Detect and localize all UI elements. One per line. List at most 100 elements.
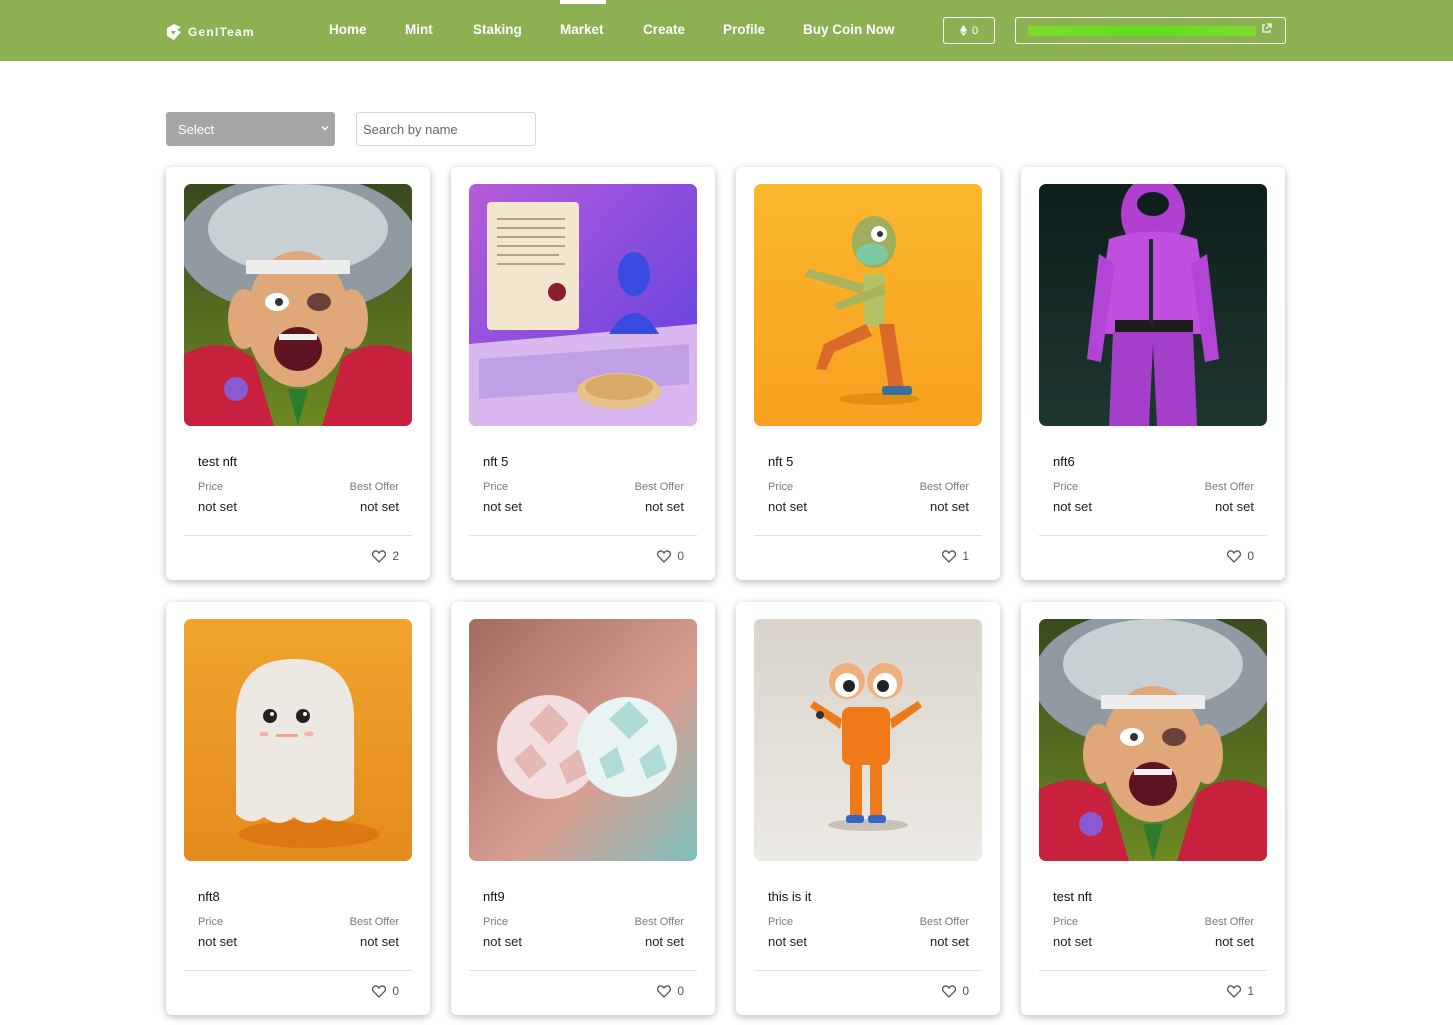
best-offer-label: Best Offer	[919, 481, 969, 493]
wallet-address-redacted	[1028, 26, 1256, 36]
like-button[interactable]: 0	[657, 984, 684, 998]
category-select[interactable]: Select	[166, 112, 335, 146]
nav-create[interactable]: Create	[643, 22, 685, 37]
nav-home[interactable]: Home	[329, 22, 367, 37]
heart-icon	[942, 549, 957, 563]
like-count: 2	[392, 549, 399, 563]
nft-title: test nft	[1053, 889, 1093, 904]
price-label: Price	[1053, 916, 1079, 928]
heart-icon	[1227, 549, 1242, 563]
best-offer-label: Best Offer	[634, 916, 684, 928]
active-nav-indicator	[560, 0, 606, 4]
nav-staking[interactable]: Staking	[473, 22, 522, 37]
like-button[interactable]: 2	[372, 549, 399, 563]
nft-image[interactable]	[754, 619, 982, 861]
like-count: 0	[677, 984, 684, 998]
wallet-address-button[interactable]	[1015, 17, 1286, 44]
best-offer-value: not set	[1214, 499, 1254, 514]
card-divider	[754, 970, 982, 971]
like-button[interactable]: 0	[1227, 549, 1254, 563]
card-divider	[754, 535, 982, 536]
nft-image[interactable]	[1039, 184, 1267, 426]
like-count: 0	[1247, 549, 1254, 563]
price-label: Price	[483, 481, 509, 493]
price-value: not set	[1053, 499, 1093, 514]
card-divider	[184, 970, 412, 971]
nft-title: nft 5	[768, 454, 794, 469]
nav-mint[interactable]: Mint	[405, 22, 433, 37]
like-button[interactable]: 0	[657, 549, 684, 563]
nav-market[interactable]: Market	[560, 22, 604, 37]
category-select-value: Select	[178, 121, 215, 137]
best-offer-value: not set	[359, 499, 399, 514]
brand-logo[interactable]: GenITeam	[165, 23, 255, 41]
like-count: 1	[1247, 984, 1254, 998]
price-label: Price	[768, 916, 794, 928]
brand-logo-icon	[167, 24, 181, 40]
price-value: not set	[198, 499, 238, 514]
nft-card[interactable]: nft 5 Price Best Offer not set not set 0	[451, 167, 715, 580]
price-label: Price	[1053, 481, 1079, 493]
balance-value: 0	[971, 24, 979, 37]
price-value: not set	[198, 934, 238, 949]
heart-icon	[657, 549, 672, 563]
nft-image[interactable]	[184, 184, 412, 426]
nft-title: nft9	[483, 889, 505, 904]
best-offer-value: not set	[644, 934, 684, 949]
best-offer-label: Best Offer	[349, 481, 399, 493]
heart-icon	[372, 984, 387, 998]
heart-icon	[372, 549, 387, 563]
nft-image[interactable]	[184, 619, 412, 861]
like-button[interactable]: 1	[942, 549, 969, 563]
nft-image[interactable]	[1039, 619, 1267, 861]
nft-card[interactable]: nft8 Price Best Offer not set not set 0	[166, 602, 430, 1015]
search-input[interactable]	[356, 112, 536, 146]
nft-card[interactable]: nft9 Price Best Offer not set not set 0	[451, 602, 715, 1015]
nft-card[interactable]: this is it Price Best Offer not set not …	[736, 602, 1000, 1015]
best-offer-value: not set	[929, 499, 969, 514]
best-offer-value: not set	[1214, 934, 1254, 949]
nft-card[interactable]: test nft Price Best Offer not set not se…	[1021, 602, 1285, 1015]
nft-title: this is it	[768, 889, 812, 904]
best-offer-label: Best Offer	[1204, 481, 1254, 493]
like-count: 1	[962, 549, 969, 563]
nft-card[interactable]: nft 5 Price Best Offer not set not set 1	[736, 167, 1000, 580]
best-offer-label: Best Offer	[349, 916, 399, 928]
best-offer-value: not set	[929, 934, 969, 949]
top-navbar: GenITeam Home Mint Staking Market Create…	[0, 0, 1453, 61]
nft-card[interactable]: test nft Price Best Offer not set not se…	[166, 167, 430, 580]
price-value: not set	[768, 499, 808, 514]
brand-name: GenITeam	[188, 25, 255, 39]
price-label: Price	[483, 916, 509, 928]
balance-badge[interactable]: 0	[943, 17, 995, 44]
price-label: Price	[768, 481, 794, 493]
nft-image[interactable]	[754, 184, 982, 426]
best-offer-label: Best Offer	[919, 916, 969, 928]
nft-title: nft 5	[483, 454, 509, 469]
nft-image[interactable]	[469, 619, 697, 861]
price-label: Price	[198, 481, 224, 493]
nft-title: test nft	[198, 454, 238, 469]
best-offer-value: not set	[644, 499, 684, 514]
price-value: not set	[483, 499, 523, 514]
best-offer-label: Best Offer	[1204, 916, 1254, 928]
nav-buy-coin[interactable]: Buy Coin Now	[803, 22, 895, 37]
heart-icon	[942, 984, 957, 998]
price-label: Price	[198, 916, 224, 928]
nft-title: nft8	[198, 889, 220, 904]
nft-title: nft6	[1053, 454, 1075, 469]
best-offer-value: not set	[359, 934, 399, 949]
card-divider	[469, 970, 697, 971]
nft-image[interactable]	[469, 184, 697, 426]
like-button[interactable]: 0	[942, 984, 969, 998]
card-divider	[469, 535, 697, 536]
like-count: 0	[677, 549, 684, 563]
chevron-down-icon	[321, 126, 329, 131]
nft-card[interactable]: nft6 Price Best Offer not set not set 0	[1021, 167, 1285, 580]
price-value: not set	[768, 934, 808, 949]
card-divider	[184, 535, 412, 536]
like-button[interactable]: 1	[1227, 984, 1254, 998]
nav-profile[interactable]: Profile	[723, 22, 765, 37]
best-offer-label: Best Offer	[634, 481, 684, 493]
like-button[interactable]: 0	[372, 984, 399, 998]
